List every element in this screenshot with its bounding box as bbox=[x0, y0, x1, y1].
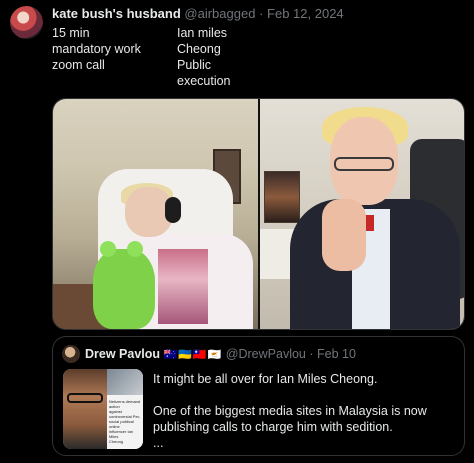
frog-plush bbox=[93, 249, 155, 329]
thumbnail-line: influencer Ian Miles bbox=[109, 429, 134, 439]
left-line: 15 min bbox=[52, 26, 90, 40]
tweet-text-right-column: Ian miles Cheong Public execution bbox=[177, 25, 231, 89]
thumbnail-glasses bbox=[67, 393, 103, 403]
quoted-tweet-header: Drew Pavlou 🇦🇺🇺🇦🇹🇼🇨🇾 @DrewPavlou · Feb 1… bbox=[85, 347, 356, 361]
left-line: zoom call bbox=[52, 58, 105, 72]
quoted-author-avatar[interactable] bbox=[62, 345, 80, 363]
tweet-header: kate bush's husband @airbagged · Feb 12,… bbox=[52, 6, 344, 21]
quoted-separator: · bbox=[309, 347, 314, 361]
left-line: mandatory work bbox=[52, 42, 141, 56]
tweet-text-left-column: 15 min mandatory work zoom call bbox=[52, 25, 141, 73]
quoted-date[interactable]: Feb 10 bbox=[317, 347, 356, 361]
tweet-date[interactable]: Feb 12, 2024 bbox=[267, 6, 344, 21]
thumbnail-line: social political online bbox=[109, 419, 134, 429]
tweet[interactable]: kate bush's husband @airbagged · Feb 12,… bbox=[0, 0, 474, 463]
tweet-media[interactable] bbox=[52, 98, 465, 330]
photo-person-with-headset-and-frog-plush[interactable] bbox=[53, 99, 258, 329]
photo-person-in-suit[interactable] bbox=[260, 99, 464, 329]
thumbnail-article-text: Netizens demand action against controver… bbox=[109, 399, 141, 447]
thumbnail-face bbox=[63, 369, 107, 449]
wall-poster bbox=[264, 171, 300, 223]
glasses bbox=[334, 157, 394, 171]
thumbnail-line: against controversial Per- bbox=[109, 409, 141, 419]
thumbnail-article-image bbox=[107, 369, 143, 395]
frog-eye bbox=[100, 241, 116, 257]
right-line: Cheong bbox=[177, 42, 221, 56]
thumbnail-line: Netizens demand action bbox=[109, 399, 141, 409]
quoted-media-thumbnail[interactable]: Netizens demand action against controver… bbox=[63, 369, 143, 449]
header-separator: · bbox=[259, 6, 264, 21]
author-avatar[interactable] bbox=[10, 6, 43, 39]
quoted-tweet-text: It might be all over for Ian Miles Cheon… bbox=[153, 372, 427, 450]
quoted-author-name[interactable]: Drew Pavlou bbox=[85, 347, 160, 361]
right-line: Ian miles bbox=[177, 26, 228, 40]
headset bbox=[165, 197, 181, 223]
steepled-hands bbox=[322, 199, 366, 271]
author-handle[interactable]: @airbagged bbox=[184, 6, 255, 21]
right-line: Public bbox=[177, 58, 212, 72]
right-line: execution bbox=[177, 74, 231, 88]
flag-emojis: 🇦🇺🇺🇦🇹🇼🇨🇾 bbox=[163, 349, 223, 361]
frog-eye bbox=[127, 241, 143, 257]
thumbnail-line: Cheong bbox=[109, 439, 124, 444]
shirt-print bbox=[158, 249, 208, 324]
quoted-author-handle[interactable]: @DrewPavlou bbox=[226, 347, 306, 361]
quoted-tweet[interactable]: Drew Pavlou 🇦🇺🇺🇦🇹🇼🇨🇾 @DrewPavlou · Feb 1… bbox=[52, 336, 465, 456]
author-name[interactable]: kate bush's husband bbox=[52, 6, 181, 21]
